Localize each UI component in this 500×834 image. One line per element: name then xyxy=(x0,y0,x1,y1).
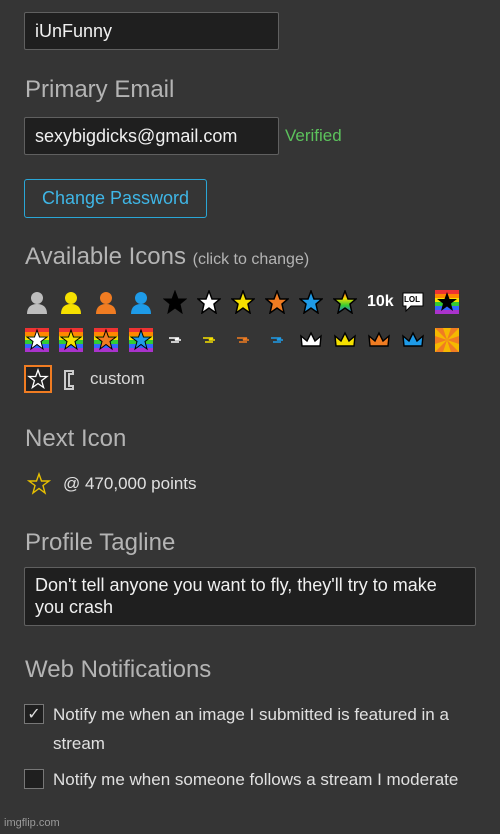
email-input[interactable]: sexybigdicks@gmail.com xyxy=(24,117,279,155)
username-input[interactable]: iUnFunny xyxy=(24,12,279,50)
lol-bubble-icon[interactable]: LOL xyxy=(401,290,425,314)
selected-icon-outlined-star[interactable] xyxy=(24,365,52,393)
web-notifications-heading: Web Notifications xyxy=(25,656,212,683)
crown-yellow-icon[interactable] xyxy=(333,328,357,352)
custom-icon-label[interactable]: custom xyxy=(90,369,145,389)
crown-blue-icon[interactable] xyxy=(401,328,425,352)
rainbow-blue-star-icon[interactable] xyxy=(129,328,153,352)
change-password-button[interactable]: Change Password xyxy=(24,179,207,218)
star-white-icon[interactable] xyxy=(197,290,221,314)
checkmark-icon: ✓ xyxy=(27,706,41,723)
custom-upload-icon[interactable] xyxy=(61,368,81,392)
profile-tagline-heading: Profile Tagline xyxy=(25,529,176,556)
star-orange-icon[interactable] xyxy=(265,290,289,314)
streak-orange-icon[interactable] xyxy=(231,328,255,352)
star-rainbow-icon[interactable] xyxy=(333,290,357,314)
rainbow-orange-star-icon[interactable] xyxy=(94,328,118,352)
rainbow-black-star-icon[interactable] xyxy=(435,290,459,314)
crown-orange-icon[interactable] xyxy=(367,328,391,352)
rainbow-yellow-star-icon[interactable] xyxy=(59,328,83,352)
primary-email-heading: Primary Email xyxy=(25,76,175,103)
star-yellow-icon[interactable] xyxy=(231,290,255,314)
available-icons-heading: Available Icons (click to change) xyxy=(25,243,309,271)
username-value: iUnFunny xyxy=(35,20,113,41)
person-orange-icon[interactable] xyxy=(94,290,118,314)
notify-follows-label[interactable]: Notify me when someone follows a stream … xyxy=(53,765,478,794)
next-star-icon xyxy=(27,472,51,496)
10k-icon[interactable]: 10k xyxy=(367,290,395,314)
available-icons-hint: (click to change) xyxy=(192,251,310,268)
next-icon-points: @ 470,000 points xyxy=(63,474,197,493)
streak-blue-icon[interactable] xyxy=(265,328,289,352)
lol-label: LOL xyxy=(404,295,420,304)
streak-white-icon[interactable] xyxy=(163,328,187,352)
person-blue-icon[interactable] xyxy=(129,290,153,314)
person-yellow-icon[interactable] xyxy=(59,290,83,314)
streak-yellow-icon[interactable] xyxy=(197,328,221,352)
outlined-star-icon xyxy=(27,368,49,390)
notify-follows-checkbox[interactable] xyxy=(24,769,44,789)
notify-featured-label[interactable]: Notify me when an image I submitted is f… xyxy=(53,700,478,758)
star-blue-icon[interactable] xyxy=(299,290,323,314)
notify-featured-checkbox[interactable]: ✓ xyxy=(24,704,44,724)
10k-label: 10k xyxy=(367,293,394,310)
next-icon-heading: Next Icon xyxy=(25,425,127,452)
available-icons-title: Available Icons xyxy=(25,243,186,270)
email-verified-status: Verified xyxy=(285,126,342,145)
person-gray-icon[interactable] xyxy=(25,290,49,314)
email-value: sexybigdicks@gmail.com xyxy=(35,125,238,146)
crown-white-icon[interactable] xyxy=(299,328,323,352)
imgflip-watermark: imgflip.com xyxy=(4,817,60,829)
rainbow-white-star-icon[interactable] xyxy=(25,328,49,352)
sunburst-icon[interactable] xyxy=(435,328,459,352)
tagline-textarea[interactable]: Don't tell anyone you want to fly, they'… xyxy=(24,567,476,626)
star-black-icon[interactable] xyxy=(163,290,187,314)
